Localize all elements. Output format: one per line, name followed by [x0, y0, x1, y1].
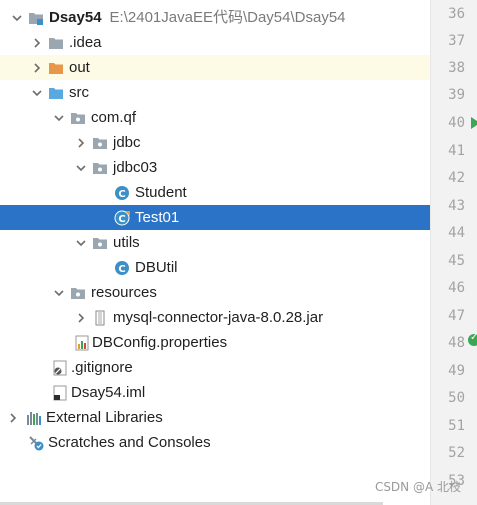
line-number: 36: [448, 6, 465, 22]
tree-label-mysql-jar: mysql-connector-java-8.0.28.jar: [113, 309, 324, 326]
tree-row-student[interactable]: C Student: [0, 180, 430, 205]
line-number: 37: [448, 33, 465, 49]
chevron-right-icon[interactable]: [30, 36, 44, 50]
tree-label-scratches: Scratches and Consoles: [48, 434, 211, 451]
chevron-right-icon[interactable]: [74, 311, 88, 325]
iml-file-icon: [52, 385, 68, 401]
package-icon: [70, 110, 86, 126]
line-number: 43: [448, 198, 465, 214]
package-icon: [92, 160, 108, 176]
watermark: CSDN @A 北枝: [374, 480, 461, 494]
chevron-right-icon[interactable]: [6, 411, 20, 425]
tree-label-jdbc: jdbc: [113, 134, 141, 151]
tree-row-utils[interactable]: utils: [0, 230, 430, 255]
editor-gutter: 36 37 38 39 40 41 42 43 44 45 46 47 48 4…: [430, 0, 477, 505]
tree-row-scratches[interactable]: Scratches and Consoles: [0, 430, 430, 455]
tree-label-idea: .idea: [69, 34, 102, 51]
svg-text:C: C: [118, 264, 125, 275]
line-number: 42: [448, 170, 465, 186]
package-icon: [92, 135, 108, 151]
runnable-class-icon: C: [114, 210, 130, 226]
tree-label-external-libraries: External Libraries: [46, 409, 163, 426]
svg-text:C: C: [118, 214, 125, 225]
tree-row-gitignore[interactable]: .gitignore: [0, 355, 430, 380]
tree-row-src[interactable]: src: [0, 80, 430, 105]
tree-row-mysql-jar[interactable]: mysql-connector-java-8.0.28.jar: [0, 305, 430, 330]
gitignore-file-icon: [52, 360, 68, 376]
line-number: 45: [448, 253, 465, 269]
line-number: 50: [448, 390, 465, 406]
line-number: 51: [448, 418, 465, 434]
tree-row-test01[interactable]: C Test01: [0, 205, 430, 230]
chevron-down-icon[interactable]: [52, 111, 66, 125]
svg-text:C: C: [118, 189, 125, 200]
tree-row-external-libraries[interactable]: External Libraries: [0, 405, 430, 430]
line-number: 41: [448, 143, 465, 159]
chevron-down-icon[interactable]: [30, 86, 44, 100]
tree-row-com-qf[interactable]: com.qf: [0, 105, 430, 130]
line-number: 46: [448, 280, 465, 296]
line-number: 44: [448, 225, 465, 241]
tree-row-jdbc[interactable]: jdbc: [0, 130, 430, 155]
tree-label-src: src: [69, 84, 89, 101]
project-root-name: Dsay54: [49, 9, 102, 26]
project-tree: Dsay54 E:\2401JavaEE代码\Day54\Dsay54 .ide…: [0, 0, 430, 505]
tree-row-dbconfig[interactable]: DBConfig.properties: [0, 330, 430, 355]
class-icon: C: [114, 185, 130, 201]
chevron-down-icon[interactable]: [52, 286, 66, 300]
line-number: 39: [448, 87, 465, 103]
module-folder-icon: [28, 10, 44, 26]
line-number: 40: [448, 115, 465, 131]
project-root-path: E:\2401JavaEE代码\Day54\Dsay54: [109, 9, 346, 26]
line-number: 38: [448, 60, 465, 76]
chevron-down-icon[interactable]: [74, 236, 88, 250]
tree-row-idea[interactable]: .idea: [0, 30, 430, 55]
tree-row-resources[interactable]: resources: [0, 280, 430, 305]
tree-row-dbutil[interactable]: C DBUtil: [0, 255, 430, 280]
folder-icon: [70, 285, 86, 301]
tree-label-com-qf: com.qf: [91, 109, 137, 126]
package-icon: [92, 235, 108, 251]
excluded-folder-icon: [48, 60, 64, 76]
tree-label-utils: utils: [113, 234, 140, 251]
source-folder-icon: [48, 85, 64, 101]
tree-label-iml: Dsay54.iml: [71, 384, 146, 401]
chevron-down-icon[interactable]: [74, 161, 88, 175]
tree-label-resources: resources: [91, 284, 157, 301]
chevron-down-icon[interactable]: [10, 11, 24, 25]
check-gutter-icon[interactable]: [468, 332, 477, 346]
tree-label-gitignore: .gitignore: [71, 359, 133, 376]
tree-row-out[interactable]: out: [0, 55, 430, 80]
tree-label-jdbc03: jdbc03: [113, 159, 158, 176]
libraries-icon: [26, 410, 42, 426]
chevron-right-icon[interactable]: [30, 61, 44, 75]
properties-file-icon: [74, 335, 90, 351]
line-number: 47: [448, 308, 465, 324]
jar-icon: [92, 310, 108, 326]
tree-label-test01: Test01: [135, 209, 180, 226]
tree-label-out: out: [69, 59, 90, 76]
tree-label-dbconfig: DBConfig.properties: [92, 334, 228, 351]
scratches-icon: [28, 435, 44, 451]
tree-row-iml[interactable]: Dsay54.iml: [0, 380, 430, 405]
chevron-right-icon[interactable]: [74, 136, 88, 150]
line-number: 48: [448, 335, 465, 351]
tree-label-student: Student: [135, 184, 187, 201]
tree-row-project-root[interactable]: Dsay54 E:\2401JavaEE代码\Day54\Dsay54: [0, 5, 430, 30]
line-number: 49: [448, 363, 465, 379]
line-number: 52: [448, 445, 465, 461]
tree-label-dbutil: DBUtil: [135, 259, 178, 276]
run-gutter-icon[interactable]: [471, 117, 477, 129]
tree-row-jdbc03[interactable]: jdbc03: [0, 155, 430, 180]
class-icon: C: [114, 260, 130, 276]
folder-icon: [48, 35, 64, 51]
